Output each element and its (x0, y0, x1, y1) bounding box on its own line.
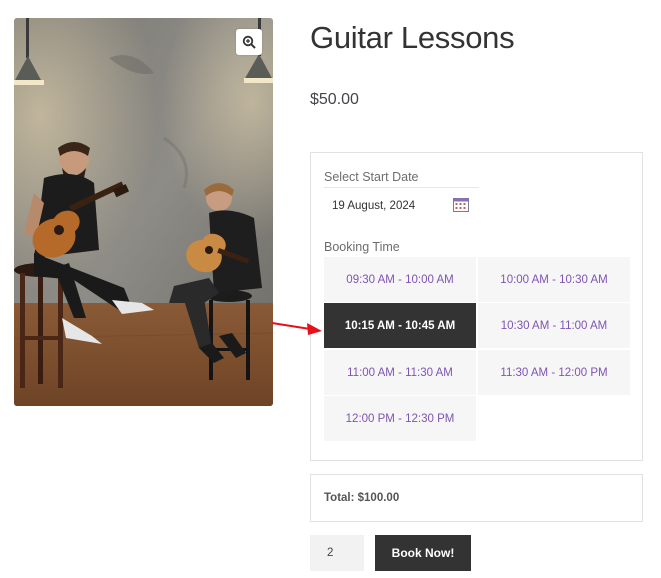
time-slot[interactable]: 09:30 AM - 10:00 AM (324, 257, 476, 302)
booking-total: Total: $100.00 (310, 474, 643, 522)
time-slot-selected[interactable]: 10:15 AM - 10:45 AM (324, 303, 476, 348)
product-title: Guitar Lessons (310, 20, 515, 55)
start-date-label: Select Start Date (324, 170, 419, 184)
time-slot[interactable]: 11:00 AM - 11:30 AM (324, 350, 476, 395)
product-price: $50.00 (310, 91, 359, 108)
booking-time-label: Booking Time (324, 240, 400, 254)
time-slot[interactable]: 12:00 PM - 12:30 PM (324, 396, 476, 441)
total-text: Total: $100.00 (324, 492, 400, 504)
annotation-arrow-icon (271, 322, 322, 335)
book-now-button[interactable]: Book Now! (375, 535, 471, 571)
time-slot[interactable]: 10:30 AM - 11:00 AM (478, 303, 630, 348)
time-slot[interactable]: 11:30 AM - 12:00 PM (478, 350, 630, 395)
calendar-icon[interactable] (453, 197, 469, 212)
product-image[interactable] (14, 18, 273, 406)
time-slot[interactable]: 10:00 AM - 10:30 AM (478, 257, 630, 302)
zoom-in-icon (242, 35, 256, 49)
zoom-button[interactable] (236, 29, 262, 55)
start-date-value: 19 August, 2024 (332, 200, 416, 212)
guitar-lesson-photo (14, 18, 273, 406)
booking-form: Select Start Date 19 August, 2024 Bookin… (310, 152, 643, 461)
start-date-field[interactable]: 19 August, 2024 (324, 187, 479, 219)
quantity-input[interactable] (310, 535, 364, 571)
